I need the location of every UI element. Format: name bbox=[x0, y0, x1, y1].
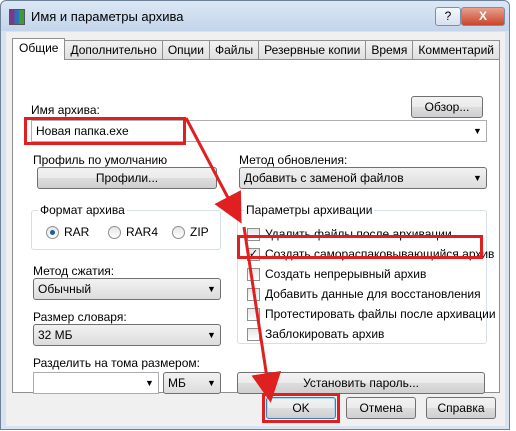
archive-dialog: Имя и параметры архива ? X Общие Дополни… bbox=[0, 0, 510, 430]
dialog-client: Общие Дополнительно Опции Файлы Резервны… bbox=[6, 32, 505, 426]
tab-backup[interactable]: Резервные копии bbox=[258, 40, 367, 60]
archiving-params-title: Параметры архивации bbox=[244, 203, 375, 217]
option-label: Протестировать файлы после архивации bbox=[265, 307, 496, 321]
update-method-label: Метод обновления: bbox=[239, 153, 348, 167]
dropdown-arrow-icon[interactable]: ▼ bbox=[203, 373, 220, 393]
profiles-button[interactable]: Профили... bbox=[37, 167, 217, 189]
split-unit-select[interactable]: МБ ▼ bbox=[163, 372, 221, 394]
general-panel: Имя архива: Обзор... Новая папка.exe ▼ П… bbox=[12, 59, 500, 394]
dropdown-arrow-icon[interactable]: ▼ bbox=[469, 168, 486, 188]
archive-format-group: Формат архива RAR RAR4 ZIP bbox=[31, 203, 221, 250]
ok-button-highlight bbox=[262, 393, 340, 423]
tab-time[interactable]: Время bbox=[365, 40, 414, 60]
option-label: Создать непрерывный архив bbox=[265, 267, 427, 281]
split-volumes-combo[interactable]: ▼ bbox=[33, 372, 159, 394]
compression-method-value: Обычный bbox=[38, 282, 92, 296]
option-checkbox[interactable] bbox=[247, 288, 260, 301]
compression-method-label: Метод сжатия: bbox=[33, 264, 115, 278]
radio-rar4[interactable] bbox=[108, 226, 121, 239]
tab-comment[interactable]: Комментарий bbox=[412, 40, 501, 60]
tab-files[interactable]: Файлы bbox=[208, 40, 260, 60]
dictionary-size-select[interactable]: 32 МБ ▼ bbox=[33, 324, 221, 346]
option-label: Добавить данные для восстановления bbox=[265, 287, 481, 301]
help-title-button[interactable]: ? bbox=[435, 7, 461, 26]
winrar-icon bbox=[9, 9, 25, 25]
title-bar: Имя и параметры архива ? X bbox=[1, 1, 509, 31]
tab-advanced[interactable]: Дополнительно bbox=[64, 40, 163, 60]
option-checkbox[interactable] bbox=[247, 328, 260, 341]
radio-rar[interactable] bbox=[46, 226, 59, 239]
help-button[interactable]: Справка bbox=[426, 397, 496, 419]
default-profile-label: Профиль по умолчанию bbox=[33, 153, 168, 167]
tab-general[interactable]: Общие bbox=[12, 38, 66, 60]
tab-strip: Общие Дополнительно Опции Файлы Резервны… bbox=[12, 38, 501, 60]
archive-name-highlight bbox=[24, 117, 186, 145]
radio-rar4-label: RAR4 bbox=[126, 225, 159, 239]
radio-rar-label: RAR bbox=[64, 225, 90, 239]
tab-options[interactable]: Опции bbox=[161, 40, 210, 60]
compression-method-select[interactable]: Обычный ▼ bbox=[33, 278, 221, 300]
dropdown-arrow-icon[interactable]: ▼ bbox=[469, 121, 486, 141]
dropdown-arrow-icon[interactable]: ▼ bbox=[141, 373, 158, 393]
split-unit-value: МБ bbox=[168, 376, 186, 390]
set-password-button[interactable]: Установить пароль... bbox=[237, 372, 485, 394]
dropdown-arrow-icon[interactable]: ▼ bbox=[203, 279, 220, 299]
browse-button[interactable]: Обзор... bbox=[411, 96, 483, 118]
dropdown-arrow-icon[interactable]: ▼ bbox=[203, 325, 220, 345]
radio-zip[interactable] bbox=[172, 226, 185, 239]
cancel-button[interactable]: Отмена bbox=[346, 397, 416, 419]
archive-format-title: Формат архива bbox=[38, 203, 127, 217]
option-checkbox[interactable] bbox=[247, 308, 260, 321]
radio-zip-label: ZIP bbox=[190, 225, 209, 239]
close-button[interactable]: X bbox=[461, 7, 505, 26]
dictionary-size-value: 32 МБ bbox=[38, 328, 73, 342]
split-volumes-label: Разделить на тома размером: bbox=[33, 356, 200, 370]
update-method-value: Добавить с заменой файлов bbox=[244, 171, 404, 185]
option-checkbox[interactable] bbox=[247, 268, 260, 281]
option-label: Заблокировать архив bbox=[265, 327, 385, 341]
window-title: Имя и параметры архива bbox=[31, 9, 184, 24]
dictionary-size-label: Размер словаря: bbox=[33, 310, 127, 324]
archive-name-label: Имя архива: bbox=[31, 103, 100, 117]
update-method-select[interactable]: Добавить с заменой файлов ▼ bbox=[239, 167, 487, 189]
sfx-option-highlight bbox=[237, 235, 483, 259]
